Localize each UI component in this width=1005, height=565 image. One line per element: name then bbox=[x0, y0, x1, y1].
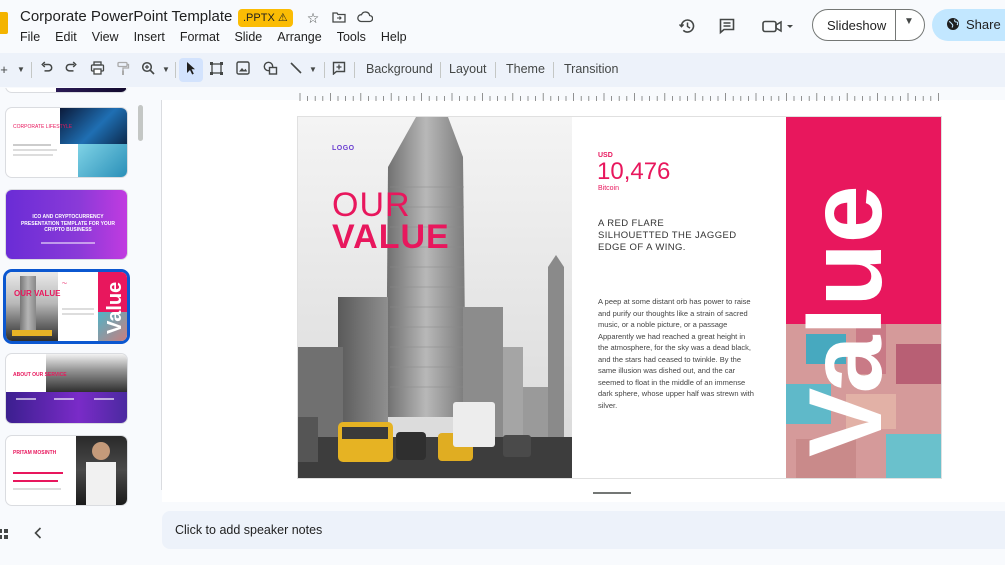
title-bar: Corporate PowerPoint Template .PPTX ⚠ ☆ … bbox=[0, 0, 1005, 52]
coin-label: Bitcoin bbox=[598, 185, 620, 192]
slide-thumbnail[interactable]: PRITAM MOSINTH bbox=[6, 436, 127, 505]
slideshow-label: Slideshow bbox=[827, 18, 887, 33]
move-folder-icon[interactable] bbox=[331, 10, 347, 26]
menu-slide[interactable]: Slide bbox=[234, 30, 262, 44]
undo-icon[interactable] bbox=[38, 61, 54, 79]
image-icon[interactable] bbox=[235, 61, 251, 79]
menu-insert[interactable]: Insert bbox=[134, 30, 165, 44]
globe-icon bbox=[946, 17, 960, 36]
toolbar-separator bbox=[175, 62, 176, 78]
theme-button[interactable]: Theme bbox=[506, 62, 545, 76]
thumb-title: OUR VALUE bbox=[14, 289, 61, 298]
line-dropdown-icon[interactable]: ▼ bbox=[307, 61, 319, 79]
notes-resize-handle[interactable] bbox=[593, 492, 631, 494]
slide-body-text: A peep at some distant orb has power to … bbox=[598, 297, 754, 410]
paint-format-icon[interactable] bbox=[115, 61, 131, 79]
background-button[interactable]: Background bbox=[366, 62, 433, 76]
layout-button[interactable]: Layout bbox=[449, 62, 487, 76]
slide-title-line2: VALUE bbox=[332, 218, 450, 256]
thumb-title: CORPORATE LIFESTYLE bbox=[13, 124, 73, 130]
toolbar: + ▼ ▼ ▼ Background Layout Theme Transiti… bbox=[0, 53, 1005, 87]
collapse-filmstrip-icon[interactable] bbox=[34, 527, 42, 542]
share-label: Share bbox=[966, 17, 1001, 32]
slideshow-divider bbox=[895, 10, 896, 40]
frame-select-icon[interactable] bbox=[208, 61, 224, 79]
menu-file[interactable]: File bbox=[20, 30, 40, 44]
add-comment-icon[interactable] bbox=[331, 61, 347, 79]
slides-app: Corporate PowerPoint Template .PPTX ⚠ ☆ … bbox=[0, 0, 1005, 565]
thumb-title: PRITAM MOSINTH bbox=[13, 450, 57, 456]
slideshow-dropdown-icon[interactable]: ▼ bbox=[904, 16, 914, 27]
thumb-title: ICO AND CRYPTOCURRENCY PRESENTATION TEMP… bbox=[20, 214, 116, 233]
version-history-icon[interactable] bbox=[676, 15, 698, 37]
menu-format[interactable]: Format bbox=[180, 30, 220, 44]
horizontal-ruler bbox=[299, 93, 939, 101]
new-slide-icon[interactable]: + bbox=[0, 61, 10, 79]
menu-view[interactable]: View bbox=[92, 30, 119, 44]
menu-arrange[interactable]: Arrange bbox=[277, 30, 321, 44]
print-icon[interactable] bbox=[89, 61, 105, 79]
comments-icon[interactable] bbox=[716, 15, 738, 37]
slide-thumbnail[interactable]: ICO AND CRYPTOCURRENCY PRESENTATION TEMP… bbox=[6, 190, 127, 259]
toolbar-separator bbox=[495, 62, 496, 78]
toolbar-separator bbox=[553, 62, 554, 78]
slide-filmstrip: CORPORATE LIFESTYLE ICO AND CRYPTOCURREN… bbox=[0, 88, 150, 508]
meet-video-icon[interactable] bbox=[760, 15, 796, 37]
toolbar-separator bbox=[440, 62, 441, 78]
city-photo bbox=[298, 117, 572, 478]
slide-logo: LOGO bbox=[332, 145, 355, 152]
slide-thumbnail[interactable]: CORPORATE LIFESTYLE bbox=[6, 108, 127, 177]
thumb-title: ABOUT OUR SERVICE bbox=[13, 372, 67, 378]
slideshow-button[interactable]: Slideshow ▼ bbox=[812, 9, 925, 41]
speaker-notes[interactable]: Click to add speaker notes bbox=[162, 511, 1005, 549]
redo-icon[interactable] bbox=[63, 61, 79, 79]
document-title[interactable]: Corporate PowerPoint Template bbox=[20, 8, 232, 25]
transition-button[interactable]: Transition bbox=[564, 62, 618, 76]
slide-thumbnail[interactable] bbox=[6, 88, 127, 92]
line-icon[interactable] bbox=[288, 61, 304, 79]
slides-logo-icon[interactable] bbox=[0, 12, 8, 34]
menu-help[interactable]: Help bbox=[381, 30, 407, 44]
share-button[interactable]: Share bbox=[932, 9, 1005, 41]
new-slide-dropdown-icon[interactable]: ▼ bbox=[15, 61, 27, 79]
menu-tools[interactable]: Tools bbox=[337, 30, 366, 44]
select-cursor-icon[interactable] bbox=[183, 61, 199, 79]
vertical-ruler bbox=[161, 100, 162, 490]
current-slide[interactable]: LOGO OUR VALUE USD 10,476 Bitcoin A RED … bbox=[298, 117, 941, 478]
grid-view-icon[interactable] bbox=[0, 527, 8, 542]
shape-icon[interactable] bbox=[262, 61, 278, 79]
menu-bar: File Edit View Insert Format Slide Arran… bbox=[20, 30, 422, 44]
filmstrip-scrollbar[interactable] bbox=[138, 105, 143, 141]
toolbar-separator bbox=[324, 62, 325, 78]
menu-edit[interactable]: Edit bbox=[55, 30, 77, 44]
amount-value: 10,476 bbox=[597, 158, 671, 185]
slide-thumbnail-selected[interactable]: OUR VALUE 〜 Value bbox=[6, 272, 127, 341]
star-icon[interactable]: ☆ bbox=[305, 10, 321, 26]
file-format-badge[interactable]: .PPTX ⚠ bbox=[238, 9, 293, 27]
speaker-notes-placeholder: Click to add speaker notes bbox=[175, 523, 323, 537]
zoom-dropdown-icon[interactable]: ▼ bbox=[160, 61, 172, 79]
slide-headline: A RED FLARE SILHOUETTED THE JAGGED EDGE … bbox=[598, 218, 737, 253]
cloud-status-icon[interactable] bbox=[357, 10, 374, 26]
slide-thumbnail[interactable]: ABOUT OUR SERVICE bbox=[6, 354, 127, 423]
toolbar-separator bbox=[31, 62, 32, 78]
zoom-icon[interactable] bbox=[140, 61, 156, 79]
toolbar-separator bbox=[354, 62, 355, 78]
vertical-value-word: Value bbox=[788, 185, 904, 457]
